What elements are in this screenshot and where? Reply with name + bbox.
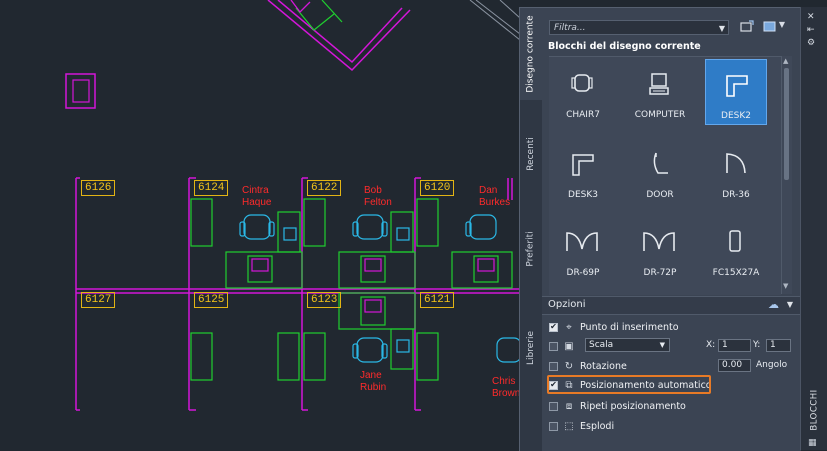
option-insertion-point: ✔ ⌖ Punto di inserimento: [549, 320, 679, 334]
desk-icon: [572, 154, 594, 176]
computer-icon: [649, 73, 669, 95]
block-name: DR-36: [722, 190, 750, 200]
room-label: 6126: [81, 180, 116, 196]
scale-checkbox[interactable]: [549, 341, 558, 351]
block-tile[interactable]: CHAIR7: [552, 59, 614, 125]
room-label: 6124: [194, 180, 229, 196]
double-door-icon: [643, 232, 675, 251]
person-label: Jane Rubin: [360, 370, 387, 393]
room-label: 6125: [194, 292, 229, 308]
thumbnail-view-icon: [763, 21, 776, 32]
scroll-thumb[interactable]: [784, 68, 789, 180]
close-icon[interactable]: ✕: [807, 12, 815, 22]
room-label: 6127: [81, 292, 116, 308]
room-label: 6122: [307, 180, 342, 196]
tab-recent[interactable]: Recenti: [520, 118, 542, 190]
explode-icon: ⬚: [564, 420, 574, 432]
option-explode: ⬚ Esplodi: [549, 419, 614, 433]
blocks-grid: CHAIR7 COMPUTER DESK2 DESK3 DOOR DR-36 D…: [549, 56, 781, 295]
room-label: 6120: [420, 180, 455, 196]
tab-favorites[interactable]: Preferiti: [520, 208, 542, 290]
person-label: Dan Burkes: [479, 185, 511, 208]
explode-label: Esplodi: [580, 420, 615, 432]
scale-y-label: Y:: [753, 340, 761, 350]
blocks-palette: Disegno corrente Recenti Preferiti Libre…: [519, 7, 801, 451]
chevron-down-icon[interactable]: ▼: [719, 21, 725, 36]
block-tile[interactable]: DESK3: [552, 139, 614, 205]
door-swing-icon: [726, 153, 746, 174]
rotation-unit-label: Angolo: [756, 360, 788, 370]
auto-placement-highlight: [547, 375, 711, 394]
option-repeat-placement: ⧈ Ripeti posizionamento: [549, 399, 686, 413]
option-scale: ▣: [549, 339, 576, 353]
insertion-point-checkbox[interactable]: ✔: [549, 322, 558, 332]
palette-side-title: BLOCCHI: [810, 389, 821, 431]
block-name: DESK3: [568, 190, 598, 200]
repeat-placement-icon: ⧈: [565, 400, 573, 412]
scroll-up-icon[interactable]: ▲: [783, 57, 788, 65]
door-icon: [653, 152, 668, 174]
block-name: DR-69P: [566, 268, 600, 278]
block-name: COMPUTER: [634, 110, 686, 120]
palette-title-bar: ✕ ⇤ ⚙ BLOCCHI ▦: [800, 7, 827, 450]
chevron-down-icon: ▼: [659, 341, 665, 349]
section-title: Blocchi del disegno corrente: [548, 41, 701, 52]
gear-icon[interactable]: ⚙: [807, 38, 815, 48]
block-tile[interactable]: DR-36: [705, 139, 767, 205]
block-name: DR-72P: [643, 268, 677, 278]
rotate-icon: ↻: [564, 360, 574, 372]
scale-x-label: X:: [706, 340, 716, 350]
repeat-placement-label: Ripeti posizionamento: [580, 400, 686, 412]
file-cabinet-icon: [729, 230, 741, 252]
rotation-label: Rotazione: [580, 360, 627, 372]
auto-hide-icon[interactable]: ⇤: [807, 25, 815, 35]
rotation-checkbox[interactable]: [549, 361, 558, 371]
palette-tabs: Disegno corrente Recenti Preferiti Libre…: [520, 8, 542, 451]
insertion-point-icon: ⌖: [566, 321, 572, 333]
double-door-icon: [566, 232, 598, 251]
scale-select-value: Scala: [589, 340, 614, 350]
room-label: 6123: [307, 292, 342, 308]
room-label: 6121: [420, 292, 455, 308]
scroll-down-icon[interactable]: ▼: [783, 282, 788, 290]
scale-icon: ▣: [564, 340, 574, 352]
repeat-placement-checkbox[interactable]: [549, 401, 558, 411]
block-tile[interactable]: COMPUTER: [629, 59, 691, 125]
block-name: FC15X27A: [712, 268, 760, 278]
person-label: Bob Felton: [364, 185, 392, 208]
block-name: DESK2: [721, 111, 751, 121]
blocks-scrollbar[interactable]: ▲ ▼: [781, 56, 792, 294]
cloud-sync-icon[interactable]: ☁: [768, 298, 779, 311]
block-tile-selected[interactable]: DESK2: [705, 59, 767, 125]
options-title: Opzioni: [548, 299, 586, 310]
block-tile[interactable]: DR-69P: [552, 217, 614, 283]
load-blocks-button[interactable]: [739, 20, 755, 36]
tab-libraries[interactable]: Librerie: [520, 308, 542, 388]
block-name: DOOR: [646, 190, 674, 200]
chevron-down-icon[interactable]: ▼: [787, 300, 793, 309]
filter-input[interactable]: Filtra... ▼: [549, 20, 729, 35]
person-label: Cintra Haque: [242, 185, 272, 208]
desk-icon: [726, 75, 748, 97]
blocks-icon: ▦: [808, 438, 817, 448]
block-tile[interactable]: DOOR: [629, 139, 691, 205]
block-tile[interactable]: DR-72P: [629, 217, 691, 283]
chevron-down-icon: ▼: [778, 20, 786, 29]
folder-sync-icon: [740, 20, 754, 32]
scale-select[interactable]: Scala ▼: [585, 338, 670, 352]
scale-y-input[interactable]: 1: [766, 339, 791, 352]
insertion-point-label: Punto di inserimento: [580, 321, 679, 333]
filter-placeholder: Filtra...: [554, 23, 586, 33]
scale-x-input[interactable]: 1: [718, 339, 751, 352]
chair-icon: [571, 74, 593, 92]
explode-checkbox[interactable]: [549, 421, 558, 431]
block-name: CHAIR7: [566, 110, 600, 120]
view-mode-button[interactable]: ▼: [760, 20, 788, 36]
tab-current-drawing[interactable]: Disegno corrente: [520, 8, 542, 100]
block-tile[interactable]: FC15X27A: [705, 217, 767, 283]
options-header[interactable]: Opzioni ☁ ▼: [542, 296, 801, 315]
option-rotation: ↻ Rotazione: [549, 359, 627, 373]
rotation-input[interactable]: 0.00: [718, 359, 751, 372]
person-label: Chris Brown: [492, 376, 521, 399]
